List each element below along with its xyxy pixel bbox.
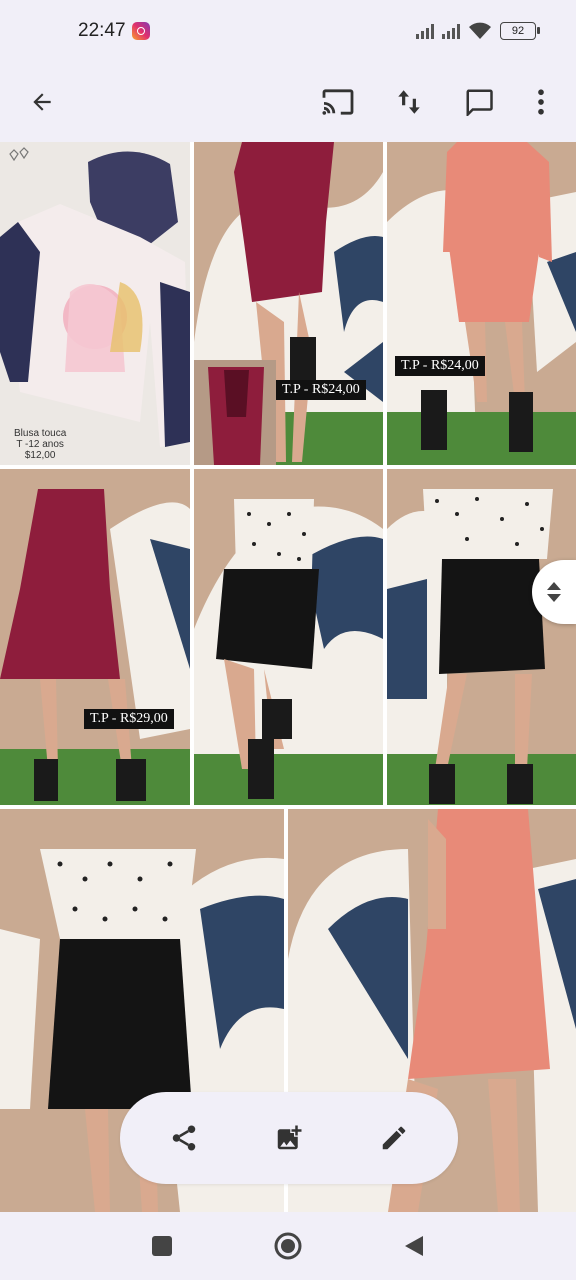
instagram-icon xyxy=(132,22,150,40)
system-nav-bar xyxy=(0,1212,576,1280)
wine-dress-illustration xyxy=(0,489,190,805)
photo-polka-dot-dress-2[interactable] xyxy=(387,469,576,805)
cast-button[interactable] xyxy=(314,78,362,126)
caption-line-2: T -12 anos xyxy=(16,439,64,450)
add-to-album-button[interactable] xyxy=(265,1114,313,1162)
edit-icon xyxy=(382,1126,406,1150)
photo-salmon-dress[interactable]: T.P - R$24,00 xyxy=(387,142,576,465)
back-button[interactable] xyxy=(18,78,66,126)
photo-grid: Blusa touca T -12 anos $12,00 T.P - R$24… xyxy=(0,142,576,1212)
status-bar: 22:47 92 xyxy=(0,0,576,62)
system-back-button[interactable] xyxy=(394,1226,434,1266)
sort-icon xyxy=(398,90,420,114)
home-icon xyxy=(274,1232,302,1260)
price-tag: T.P - R$24,00 xyxy=(395,356,485,376)
caption-line-3: $12,00 xyxy=(24,450,56,461)
photo-wine-dress[interactable]: T.P - R$29,00 xyxy=(0,469,190,805)
photo-burgundy-dress[interactable]: T.P - R$24,00 xyxy=(194,142,383,465)
sort-button[interactable] xyxy=(385,78,433,126)
recents-button[interactable] xyxy=(142,1226,182,1266)
share-button[interactable] xyxy=(160,1114,208,1162)
more-options-button[interactable] xyxy=(517,78,565,126)
photo-hoodie-shirt[interactable]: Blusa touca T -12 anos $12,00 xyxy=(0,142,190,465)
edit-button[interactable] xyxy=(370,1114,418,1162)
share-icon xyxy=(172,1125,196,1151)
back-icon xyxy=(405,1236,423,1256)
burgundy-dress-illustration xyxy=(194,142,383,465)
comment-icon xyxy=(466,89,493,116)
photo-actions-bar xyxy=(120,1092,458,1184)
polka-dot-dress-illustration-2 xyxy=(387,489,576,805)
hoodie-caption: Blusa touca T -12 anos $12,00 xyxy=(14,428,66,461)
more-vert-icon xyxy=(538,89,544,115)
salmon-dress-illustration xyxy=(387,142,576,465)
price-tag: T.P - R$24,00 xyxy=(276,380,366,400)
caption-line-1: Blusa touca xyxy=(14,428,67,439)
signal-icon xyxy=(416,23,434,39)
top-app-bar xyxy=(0,62,576,142)
photo-polka-dot-dress-1[interactable] xyxy=(194,469,383,805)
battery-indicator: 92 xyxy=(500,22,540,40)
status-time: 22:47 xyxy=(78,20,126,41)
scroll-arrows-icon xyxy=(547,582,561,602)
cast-icon xyxy=(322,89,354,115)
status-indicators: 92 xyxy=(416,22,540,40)
hoodie-shirt-illustration xyxy=(0,147,190,447)
add-photo-icon xyxy=(277,1125,302,1150)
price-tag: T.P - R$29,00 xyxy=(84,709,174,729)
polka-dot-dress-illustration-1 xyxy=(194,499,383,805)
recents-icon xyxy=(152,1236,172,1256)
back-arrow-icon xyxy=(33,93,51,111)
signal-icon-2 xyxy=(442,23,460,39)
comment-button[interactable] xyxy=(455,78,503,126)
wifi-icon xyxy=(469,22,491,39)
home-button[interactable] xyxy=(268,1226,308,1266)
